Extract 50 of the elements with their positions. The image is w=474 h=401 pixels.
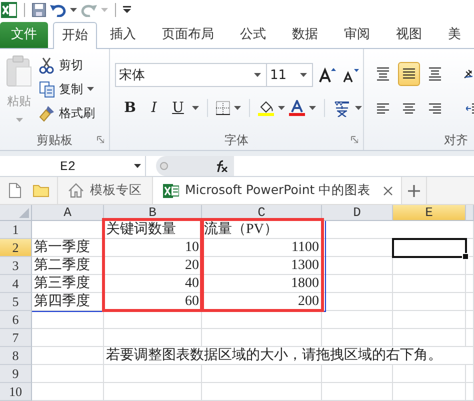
table-cell: 1100 (202, 239, 322, 257)
format-button[interactable]: I (144, 100, 164, 116)
format-button[interactable]: U (168, 100, 188, 116)
ribbon-tab[interactable]: 视图 (383, 22, 435, 48)
table-cell: 20 (104, 257, 202, 275)
column-header[interactable]: D (322, 205, 393, 221)
table-cell: 流量（PV） (202, 221, 474, 239)
group-label: 字体 (224, 132, 248, 148)
font-size-field[interactable]: 11 (267, 63, 313, 87)
table-cell: 第四季度 (32, 293, 104, 311)
row-header[interactable]: 8 (0, 347, 32, 365)
row-header[interactable]: 9 (0, 365, 32, 383)
row-header[interactable]: 7 (0, 329, 32, 347)
table-cell: 10 (104, 239, 202, 257)
toolbar-button[interactable]: 剪切 (39, 55, 95, 75)
row-header[interactable]: 5 (0, 293, 32, 311)
table-cell: 若要调整图表数据区域的大小，请拖拽区域的右下角。 (104, 347, 474, 365)
group-label: 对齐 (444, 132, 468, 148)
row-header[interactable]: 2 (0, 239, 32, 257)
ribbon-tab[interactable]: 审阅 (331, 22, 383, 48)
row-header[interactable]: 4 (0, 275, 32, 293)
column-header[interactable]: A (32, 205, 104, 221)
toolbar-button[interactable]: 复制 (39, 79, 95, 99)
table-cell: 第二季度 (32, 257, 104, 275)
row-header[interactable]: 3 (0, 257, 32, 275)
ribbon-tab[interactable]: 页面布局 (149, 22, 227, 48)
toolbar-button[interactable]: 格式刷 (39, 103, 95, 123)
table-cell: 关键词数量 (104, 221, 202, 239)
row-header[interactable]: 6 (0, 311, 32, 329)
name-box[interactable]: E2 (0, 156, 146, 176)
table-cell: 第一季度 (32, 239, 104, 257)
table-cell: 1800 (202, 275, 322, 293)
column-header[interactable]: E (393, 205, 466, 221)
row-header[interactable]: 10 (0, 383, 32, 401)
table-cell: 40 (104, 275, 202, 293)
ribbon-tab[interactable]: 开始 (52, 22, 97, 49)
table-cell: 60 (104, 293, 202, 311)
table-cell: 1300 (202, 257, 322, 275)
ribbon-tab[interactable]: 插入 (97, 22, 149, 48)
table-cell: 第三季度 (32, 275, 104, 293)
group-label: 剪贴板 (36, 132, 72, 148)
format-button[interactable]: B (120, 100, 140, 116)
ribbon-tab[interactable]: 公式 (227, 22, 279, 48)
ribbon-tab[interactable]: 数据 (279, 22, 331, 48)
font-name-field[interactable]: 宋体 (115, 63, 267, 87)
row-header[interactable]: 1 (0, 221, 32, 239)
table-cell: 200 (202, 293, 322, 311)
document-tab[interactable]: Microsoft PowerPoint 中的图表 (153, 177, 402, 204)
file-tab[interactable]: 文件 (0, 22, 48, 48)
ribbon-tab[interactable]: 美 (435, 22, 474, 48)
